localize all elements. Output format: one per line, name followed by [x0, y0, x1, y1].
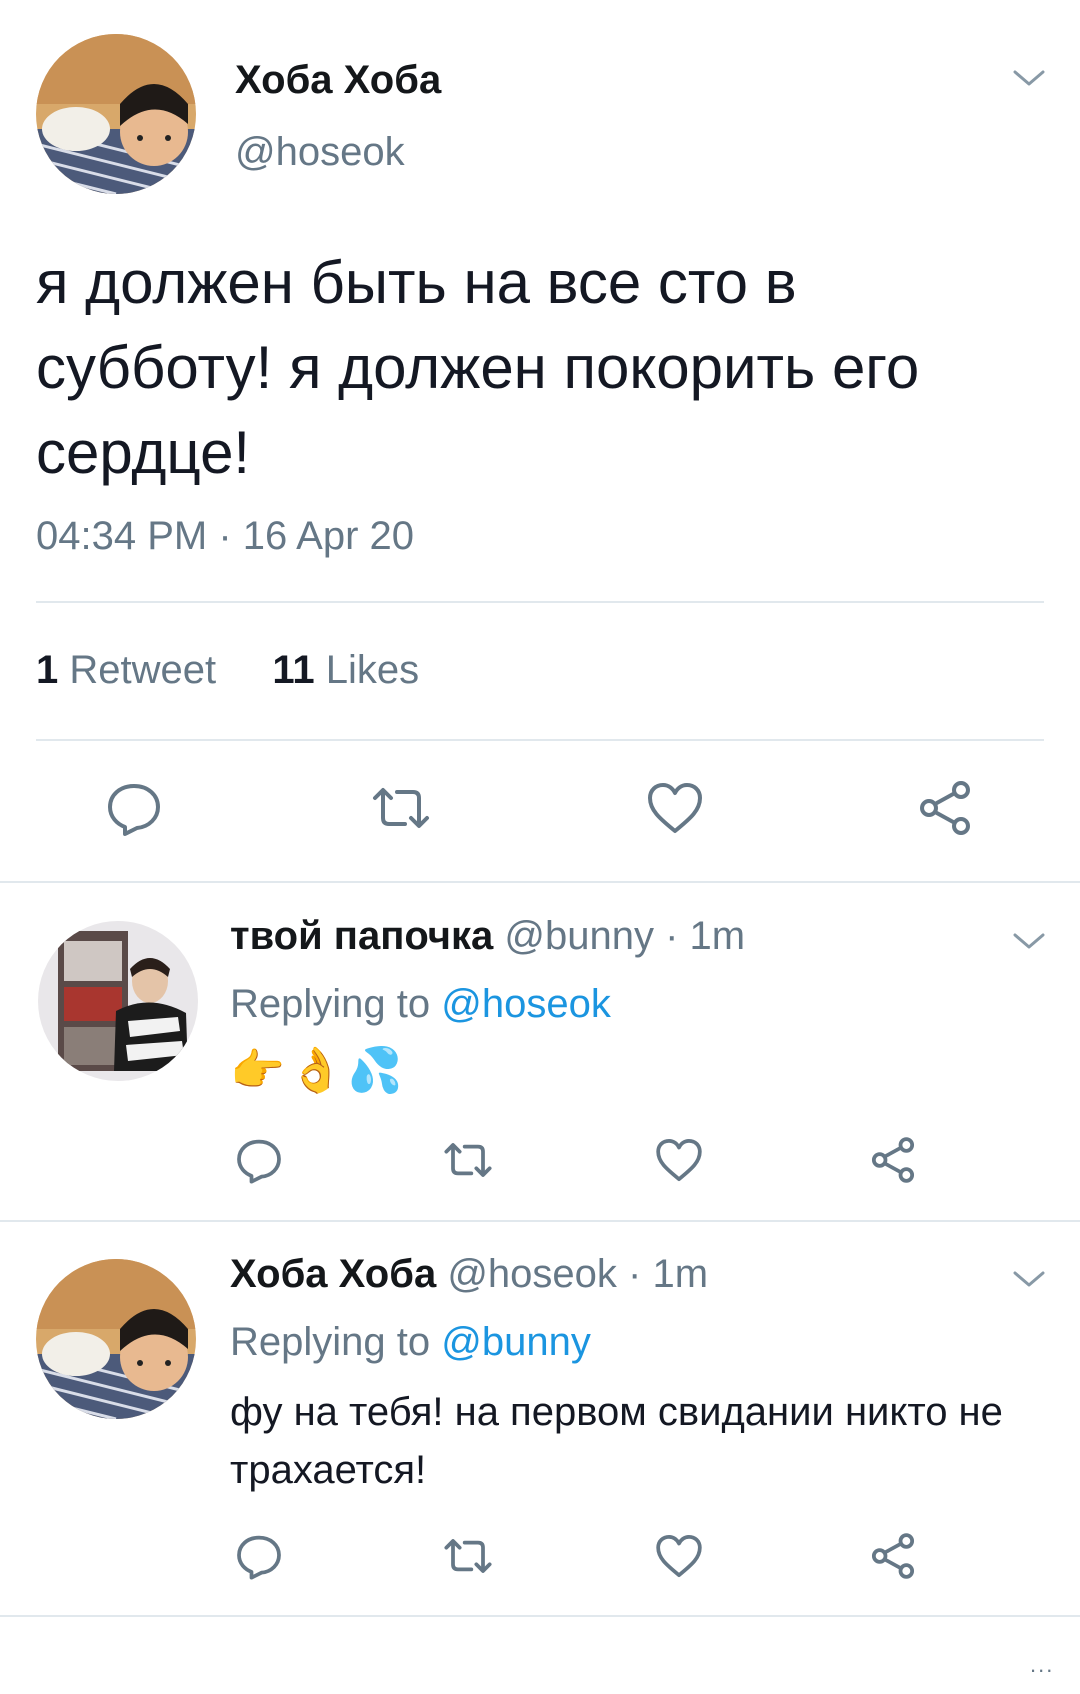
reply-button[interactable]	[232, 1529, 286, 1583]
chevron-down-icon[interactable]	[1012, 931, 1046, 956]
reply-icon	[108, 784, 160, 836]
retweet-button[interactable]	[441, 1133, 495, 1187]
author-name[interactable]: Хоба Хоба	[235, 58, 441, 103]
share-icon	[871, 1533, 915, 1579]
reply-header: Хоба Хоба @hoseok · 1m	[230, 1252, 708, 1297]
divider	[0, 881, 1080, 883]
retweet-icon	[444, 1143, 492, 1177]
more-indicator: ...	[1030, 1652, 1055, 1677]
likes-label[interactable]: Likes	[326, 648, 419, 692]
like-button[interactable]	[652, 1133, 706, 1187]
reply-button[interactable]	[102, 776, 166, 840]
like-icon	[656, 1138, 702, 1182]
replying-handle-link[interactable]: @hoseok	[441, 982, 611, 1026]
like-icon	[656, 1534, 702, 1578]
author-handle[interactable]: @hoseok	[235, 130, 405, 175]
like-icon	[648, 783, 702, 833]
avatar[interactable]	[38, 921, 198, 1081]
replying-label: Replying to	[230, 982, 431, 1026]
author-name[interactable]: твой папочка	[230, 914, 493, 958]
author-name[interactable]: Хоба Хоба	[230, 1252, 436, 1296]
retweet-icon	[373, 788, 429, 828]
divider	[0, 1615, 1080, 1617]
like-button[interactable]	[652, 1529, 706, 1583]
share-icon	[920, 781, 970, 835]
retweet-button[interactable]	[441, 1529, 495, 1583]
replying-label: Replying to	[230, 1320, 431, 1364]
replying-to: Replying to @bunny	[230, 1320, 591, 1365]
reply-button[interactable]	[232, 1133, 286, 1187]
share-button[interactable]	[913, 776, 977, 840]
reply-header: твой папочка @bunny · 1m	[230, 914, 745, 959]
author-handle[interactable]: @bunny	[504, 914, 654, 958]
divider	[0, 1220, 1080, 1222]
reply-icon	[237, 1535, 281, 1580]
retweet-icon	[444, 1539, 492, 1573]
retweet-button[interactable]	[369, 776, 433, 840]
avatar[interactable]	[36, 1259, 196, 1419]
tweet-text: я должен быть на все сто в субботу! я до…	[36, 249, 920, 486]
reply-text: фу на тебя! на первом свидании никто не …	[230, 1390, 1003, 1492]
share-icon	[871, 1137, 915, 1183]
avatar[interactable]	[36, 34, 196, 194]
reply-icon	[237, 1139, 281, 1184]
share-button[interactable]	[866, 1133, 920, 1187]
divider	[36, 601, 1044, 603]
chevron-down-icon[interactable]	[1012, 1269, 1046, 1294]
like-button[interactable]	[643, 776, 707, 840]
replying-handle-link[interactable]: @bunny	[441, 1320, 591, 1364]
author-handle[interactable]: @hoseok	[447, 1252, 617, 1296]
reply-time: · 1m	[665, 914, 746, 958]
share-button[interactable]	[866, 1529, 920, 1583]
tweet-timestamp: 04:34 PM · 16 Apr 20	[36, 514, 415, 558]
replying-to: Replying to @hoseok	[230, 982, 611, 1027]
reply-time: · 1m	[628, 1252, 709, 1296]
retweet-count[interactable]: 1	[36, 648, 58, 692]
reply-text: 👉👌💦	[230, 1046, 407, 1095]
retweet-label[interactable]: Retweet	[69, 648, 216, 692]
tweet-stats: 1 Retweet 11 Likes	[36, 648, 419, 693]
divider	[36, 739, 1044, 741]
likes-count[interactable]: 11	[272, 648, 314, 692]
chevron-down-icon[interactable]	[1012, 68, 1046, 93]
